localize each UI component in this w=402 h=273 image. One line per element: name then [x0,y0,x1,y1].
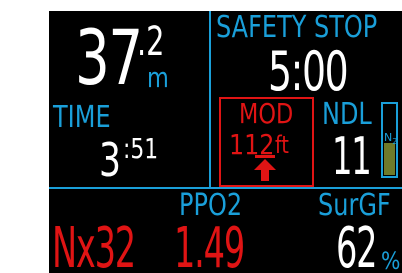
ascend-arrow-icon [254,155,276,181]
surgf-value: 62 [336,216,378,273]
time-label: TIME [53,100,111,135]
ppo2-value: 1.49 [174,216,245,273]
tissue-loading-bar: N2 [381,102,398,178]
time-minutes: 3 [99,133,121,187]
dive-computer-screen: 37 .2 m TIME 3 :51 SAFETY STOP 5:00 MOD … [49,11,402,273]
mod-label: MOD [239,97,294,130]
ndl-value: 11 [332,127,372,187]
mod-unit: ft [275,131,289,159]
tissue-bar-sublabel: 2 [392,137,398,146]
safety-stop-label: SAFETY STOP [216,11,378,45]
ndl-label: NDL [322,97,372,132]
depth-decimal: .2 [137,19,165,65]
time-seconds: :51 [123,132,159,165]
tissue-loading-fill [384,142,395,175]
depth-whole: 37 [75,13,143,102]
gas-mix: Nx32 [52,216,136,273]
vertical-divider [209,11,211,187]
depth-unit: m [147,61,169,94]
safety-stop-timer: 5:00 [268,40,349,103]
surgf-unit: % [381,247,401,273]
tissue-bar-label: N [384,131,393,144]
